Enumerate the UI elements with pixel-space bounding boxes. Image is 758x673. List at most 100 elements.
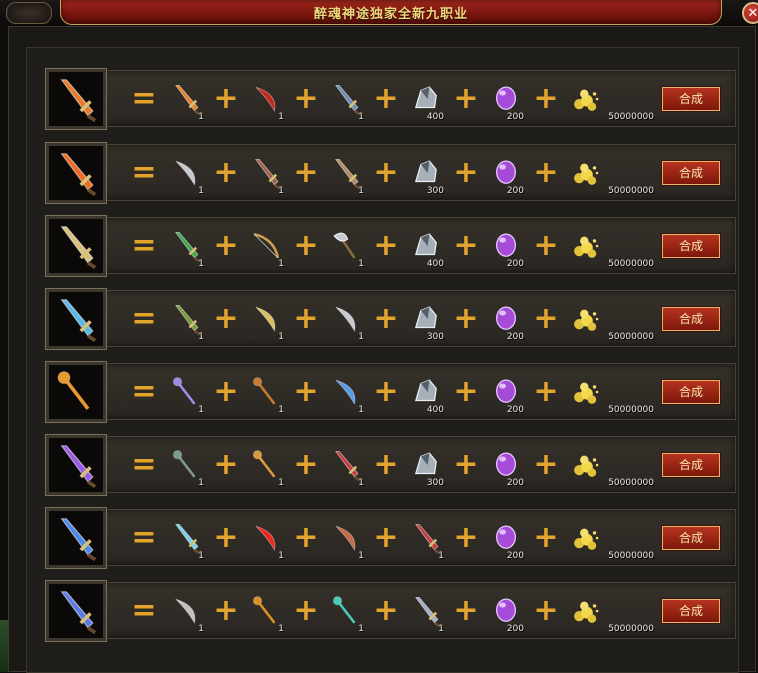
plus-sign: + — [373, 373, 399, 409]
material-slot[interactable]: 200 — [486, 224, 526, 269]
compose-button[interactable]: 合成 — [661, 85, 721, 112]
material-slot[interactable]: 300 — [406, 297, 446, 342]
plus-sign: + — [373, 80, 399, 116]
material-slot[interactable]: 1 — [326, 516, 366, 561]
material-slot[interactable]: 50000000 — [566, 297, 654, 342]
compose-button[interactable]: 合成 — [661, 232, 721, 259]
result-item-slot[interactable] — [45, 360, 107, 423]
material-slot[interactable]: 1 — [166, 151, 206, 196]
compose-button[interactable]: 合成 — [661, 451, 721, 478]
purple-gem-icon — [496, 597, 516, 622]
material-slot[interactable]: 1 — [246, 370, 286, 415]
material-count: 1 — [358, 111, 364, 122]
material-slot[interactable]: 50000000 — [566, 589, 654, 634]
compose-button[interactable]: 合成 — [661, 524, 721, 551]
compose-button[interactable]: 合成 — [661, 305, 721, 332]
material-slot[interactable]: 1 — [246, 516, 286, 561]
material-slot[interactable]: 1 — [326, 77, 366, 122]
staff-icon — [172, 449, 196, 478]
material-slot[interactable]: 1 — [166, 370, 206, 415]
material-slot[interactable]: 50000000 — [566, 151, 654, 196]
close-icon[interactable]: ✕ — [742, 2, 758, 24]
equals-sign: = — [131, 80, 157, 116]
material-count: 1 — [198, 185, 204, 196]
material-count: 1 — [278, 111, 284, 122]
compose-button[interactable]: 合成 — [661, 159, 721, 186]
material-slot[interactable]: 1 — [326, 297, 366, 342]
material-count: 50000000 — [608, 623, 654, 634]
material-slot[interactable]: 400 — [406, 224, 446, 269]
material-slot[interactable]: 50000000 — [566, 224, 654, 269]
plus-sign: + — [533, 80, 559, 116]
material-slot[interactable]: 50000000 — [566, 516, 654, 561]
material-slot[interactable]: 200 — [486, 516, 526, 561]
material-slot[interactable]: 1 — [246, 151, 286, 196]
plus-sign: + — [453, 592, 479, 628]
material-slot[interactable]: 50000000 — [566, 443, 654, 488]
material-slot[interactable]: 1 — [246, 224, 286, 269]
material-slot[interactable]: 1 — [326, 589, 366, 634]
plus-sign: + — [533, 300, 559, 336]
material-slot[interactable]: 200 — [486, 151, 526, 196]
material-slot[interactable]: 400 — [406, 370, 446, 415]
result-item-slot[interactable] — [45, 141, 107, 204]
plus-sign: + — [293, 227, 319, 263]
material-count: 1 — [278, 331, 284, 342]
gold-coins-icon — [574, 528, 599, 550]
material-slot[interactable]: 1 — [166, 589, 206, 634]
material-slot[interactable]: 1 — [326, 443, 366, 488]
result-item-slot[interactable] — [45, 579, 107, 642]
material-count: 200 — [506, 258, 524, 269]
material-slot[interactable]: 1 — [166, 224, 206, 269]
material-slot[interactable]: 200 — [486, 443, 526, 488]
material-slot[interactable]: 50000000 — [566, 370, 654, 415]
gold-coins-icon — [574, 89, 599, 111]
result-item-slot[interactable] — [45, 214, 107, 277]
material-count: 200 — [506, 185, 524, 196]
plus-sign: + — [213, 227, 239, 263]
material-slot[interactable]: 1 — [166, 77, 206, 122]
material-slot[interactable]: 1 — [246, 77, 286, 122]
material-slot[interactable]: 1 — [166, 516, 206, 561]
material-slot[interactable]: 200 — [486, 77, 526, 122]
plus-sign: + — [213, 373, 239, 409]
result-item-slot[interactable] — [45, 433, 107, 496]
material-slot[interactable]: 300 — [406, 151, 446, 196]
material-count: 1 — [198, 331, 204, 342]
material-slot[interactable]: 200 — [486, 370, 526, 415]
material-slot[interactable]: 1 — [326, 151, 366, 196]
material-slot[interactable]: 1 — [166, 443, 206, 488]
result-item-slot[interactable] — [45, 287, 107, 350]
staff-icon — [252, 449, 276, 478]
ice-sword-icon — [60, 517, 97, 561]
material-slot[interactable]: 1 — [406, 516, 446, 561]
material-slot[interactable]: 1 — [246, 443, 286, 488]
material-slot[interactable]: 50000000 — [566, 77, 654, 122]
material-slot[interactable]: 1 — [406, 589, 446, 634]
curved-blade-icon — [335, 525, 356, 551]
material-slot[interactable]: 200 — [486, 589, 526, 634]
material-slot[interactable]: 1 — [326, 224, 366, 269]
material-count: 400 — [426, 258, 444, 269]
result-item-slot[interactable] — [45, 506, 107, 569]
spear-icon — [334, 158, 361, 189]
material-slot[interactable]: 400 — [406, 77, 446, 122]
material-count: 1 — [358, 477, 364, 488]
material-slot[interactable]: 1 — [246, 589, 286, 634]
plus-sign: + — [453, 154, 479, 190]
material-slot[interactable]: 200 — [486, 297, 526, 342]
recipe-row: = 1 +1 + 1 + 400 + 200 + 50000000 合成 — [45, 67, 736, 130]
dagger-icon — [334, 450, 361, 481]
compose-button[interactable]: 合成 — [661, 597, 721, 624]
material-slot[interactable]: 1 — [326, 370, 366, 415]
material-count: 1 — [198, 623, 204, 634]
material-slot[interactable]: 1 — [166, 297, 206, 342]
material-count: 1 — [198, 550, 204, 561]
material-count: 1 — [358, 623, 364, 634]
material-slot[interactable]: 300 — [406, 443, 446, 488]
material-slot[interactable]: 1 — [246, 297, 286, 342]
gold-coins-icon — [574, 455, 599, 477]
compose-button[interactable]: 合成 — [661, 378, 721, 405]
material-count: 200 — [506, 623, 524, 634]
result-item-slot[interactable] — [45, 67, 107, 130]
